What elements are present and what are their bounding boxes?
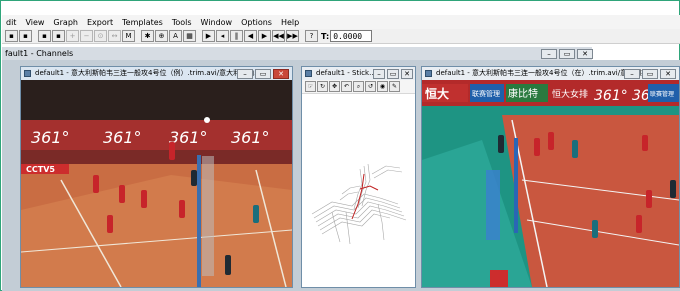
volleyball-scene-right: 恒大 联赛管理 康比特 恒大女排 361° 361° 联赛管理 [422, 80, 679, 287]
window-icon [425, 70, 432, 77]
help-icon[interactable]: ? [305, 30, 318, 42]
menu-graph[interactable]: Graph [53, 18, 78, 27]
menu-templates[interactable]: Templates [122, 18, 163, 27]
menu-export[interactable]: Export [87, 18, 113, 27]
menu-help[interactable]: Help [281, 18, 299, 27]
stick-figure-toolbar: ☞ ↻ ✥ ↶ ⌕ ↺ ◉ ✎ [302, 80, 415, 94]
record-icon[interactable]: ◉ [377, 81, 388, 92]
stick-figure-window-controls: – ▭ ✕ [373, 69, 413, 79]
video-window-left-title: default1 - 意大利斯帕韦三连一般攻4号位（例）.trim.avi/意大… [35, 69, 261, 77]
zoom-icon[interactable]: ⌕ [353, 81, 364, 92]
menu-view[interactable]: View [25, 18, 44, 27]
open-folder-icon[interactable]: ▪ [38, 30, 51, 42]
ad-hengda: 恒大 [425, 86, 449, 101]
minimize-button[interactable]: – [624, 69, 640, 79]
banner-361-1: 361° [31, 128, 70, 147]
hand-icon[interactable]: ☞ [305, 81, 316, 92]
menu-tools[interactable]: Tools [172, 18, 192, 27]
video-frame-right[interactable]: 恒大 联赛管理 康比特 恒大女排 361° 361° 联赛管理 [422, 80, 679, 287]
close-button[interactable]: ✕ [273, 69, 289, 79]
stick-figure-plot [311, 163, 407, 245]
mdi-minimize-button[interactable]: – [541, 49, 557, 59]
copy-icon[interactable]: ⊕ [155, 30, 168, 42]
close-button[interactable]: ✕ [660, 69, 676, 79]
toolbar: ▪ ▪ ▪ ▪ + − ⊙ ↔ M ✱ ⊕ A ▦ ▶ ◂ ‖ ◀ ▶ ◀◀ ▶… [2, 29, 680, 44]
refresh-icon[interactable]: ↺ [365, 81, 376, 92]
minimize-button[interactable]: – [237, 69, 253, 79]
zoom-fit-icon[interactable]: ⊙ [94, 30, 107, 42]
menu-options[interactable]: Options [241, 18, 272, 27]
window-icon [305, 70, 312, 77]
undo-icon[interactable]: ↶ [341, 81, 352, 92]
mdi-workspace: default1 - 意大利斯帕韦三连一般攻4号位（例）.trim.avi/意大… [2, 60, 680, 291]
banner-361-4: 361° [231, 128, 270, 147]
mdi-title-bar: fault1 - Channels [2, 47, 592, 60]
zoom-in-icon[interactable]: + [66, 30, 79, 42]
stick-figure-view[interactable]: ☞ ↻ ✥ ↶ ⌕ ↺ ◉ ✎ [302, 80, 415, 287]
window-icon [24, 70, 31, 77]
mdi-close-button[interactable]: ✕ [577, 49, 593, 59]
menu-window[interactable]: Window [201, 18, 233, 27]
maximize-button[interactable]: ▭ [387, 69, 399, 79]
menu-bar: dit View Graph Export Templates Tools Wi… [2, 15, 680, 29]
pencil-icon[interactable]: ✎ [389, 81, 400, 92]
ad-league-1: 联赛管理 [472, 89, 500, 98]
video-window-right[interactable]: default1 - 意大利斯帕韦三连一般攻4号位（在）.trim.avi/意大… [421, 66, 680, 288]
application-frame: dit View Graph Export Templates Tools Wi… [0, 0, 680, 291]
fast-forward-icon[interactable]: ▶▶ [286, 30, 299, 42]
rewind-icon[interactable]: ◀◀ [272, 30, 285, 42]
step-back-icon[interactable]: ◀ [244, 30, 257, 42]
video-window-left[interactable]: default1 - 意大利斯帕韦三连一般攻4号位（例）.trim.avi/意大… [20, 66, 293, 288]
volleyball-scene-left: CCTV5 361° 361° 361° 361° [21, 80, 292, 287]
mdi-title: fault1 - Channels [5, 49, 74, 58]
frame-a-icon[interactable]: A [169, 30, 182, 42]
zoom-out-icon[interactable]: − [80, 30, 93, 42]
ad-league-2: 联赛管理 [650, 90, 674, 98]
marker-m-icon[interactable]: M [122, 30, 135, 42]
ad-361-a: 361° [594, 88, 628, 104]
video-window-right-title: default1 - 意大利斯帕韦三连一般攻4号位（在）.trim.avi/意大… [436, 69, 655, 77]
mdi-window-controls: – ▭ ✕ [541, 49, 593, 59]
maximize-button[interactable]: ▭ [255, 69, 271, 79]
ad-kangbite: 康比特 [508, 87, 538, 100]
pause-icon[interactable]: ‖ [230, 30, 243, 42]
play-icon[interactable]: ▶ [202, 30, 215, 42]
time-input[interactable]: 0.0000 [330, 30, 373, 42]
stick-figure-window-title: default1 - Stick... [316, 69, 376, 77]
figure-icon[interactable]: ✱ [141, 30, 154, 42]
video-frame-left[interactable]: CCTV5 361° 361° 361° 361° [21, 80, 292, 287]
video-window-left-controls: – ▭ ✕ [237, 69, 289, 79]
measure-icon[interactable]: ↔ [108, 30, 121, 42]
save-folder-icon[interactable]: ▪ [52, 30, 65, 42]
print-icon[interactable]: ▪ [19, 30, 32, 42]
step-forward-icon[interactable]: ▶ [258, 30, 271, 42]
cctv-logo-left: CCTV5 [26, 165, 55, 174]
stick-figure-window[interactable]: default1 - Stick... – ▭ ✕ ☞ ↻ ✥ ↶ ⌕ ↺ ◉ … [301, 66, 416, 288]
rotate-icon[interactable]: ↻ [317, 81, 328, 92]
mdi-maximize-button[interactable]: ▭ [559, 49, 575, 59]
menu-edit[interactable]: dit [6, 18, 16, 27]
maximize-button[interactable]: ▭ [642, 69, 658, 79]
ad-hengda-women: 恒大女排 [552, 88, 588, 100]
prev-frame-icon[interactable]: ◂ [216, 30, 229, 42]
close-button[interactable]: ✕ [401, 69, 413, 79]
move-icon[interactable]: ✥ [329, 81, 340, 92]
minimize-button[interactable]: – [373, 69, 385, 79]
video-window-right-controls: – ▭ ✕ [624, 69, 676, 79]
banner-361-2: 361° [103, 128, 142, 147]
save-icon[interactable]: ▪ [5, 30, 18, 42]
time-label: T: [321, 31, 330, 41]
grid-icon[interactable]: ▦ [183, 30, 196, 42]
